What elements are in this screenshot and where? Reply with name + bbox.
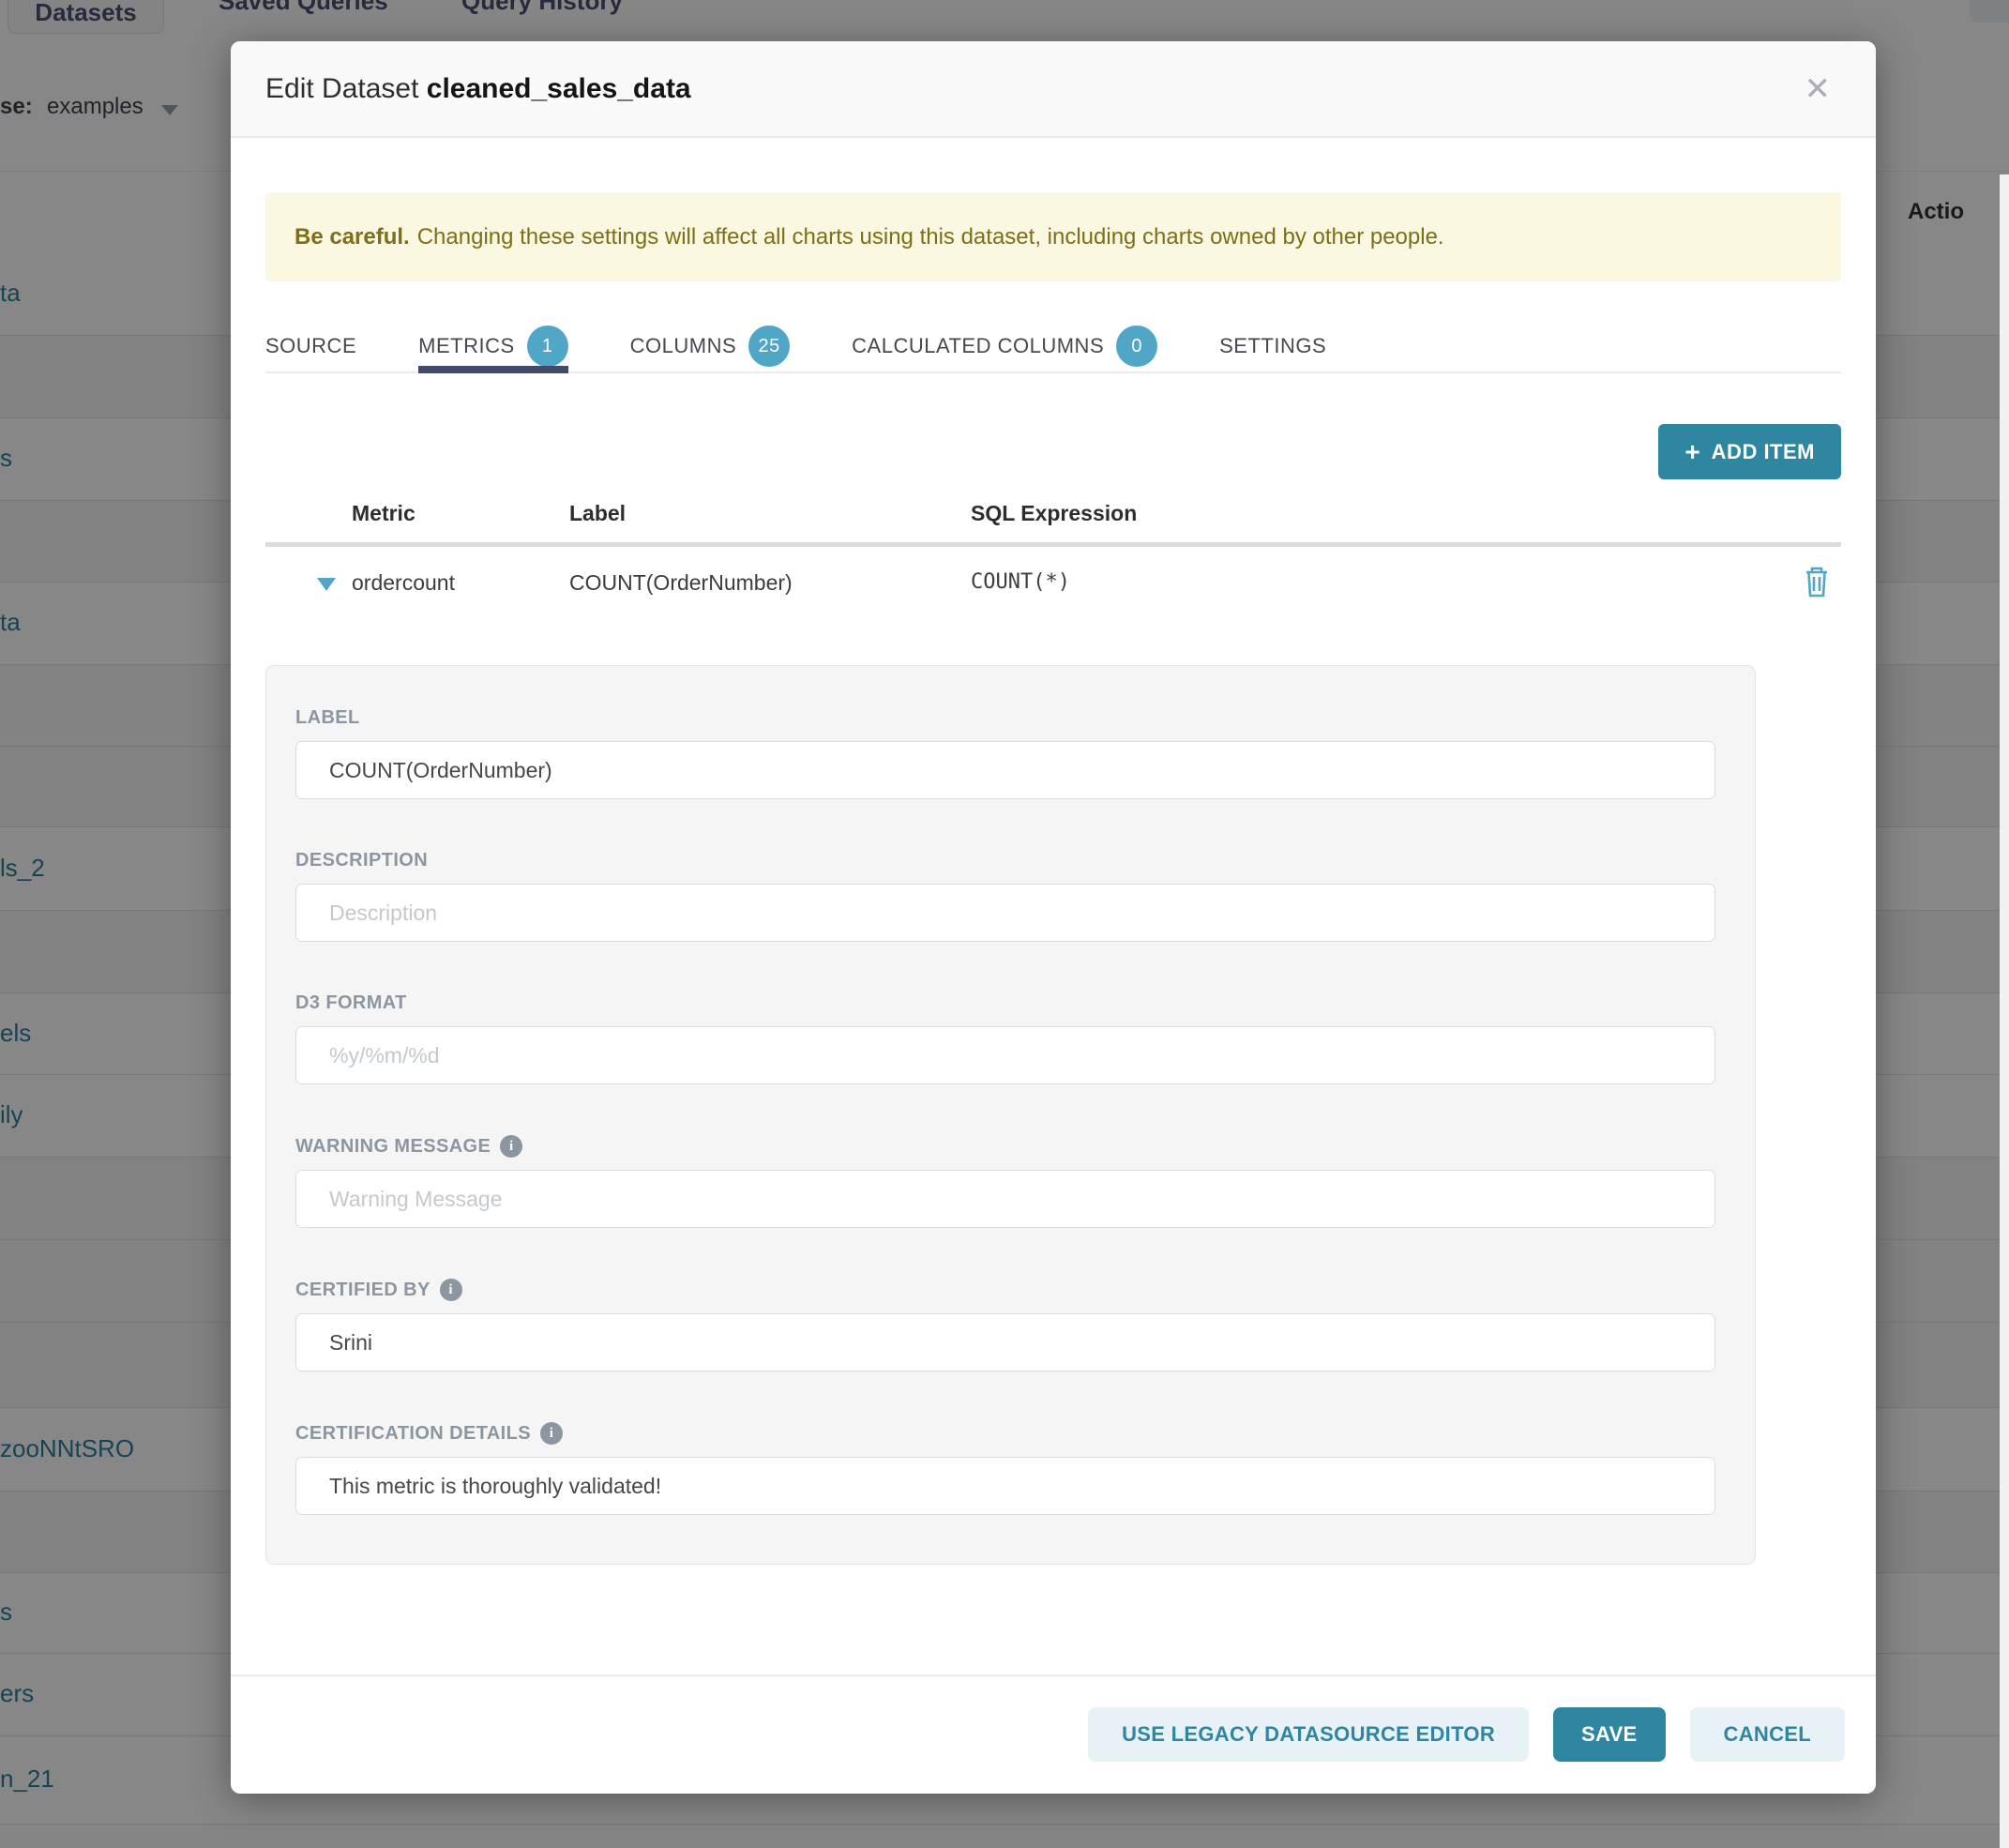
warning-banner: Be careful. Changing these settings will… [265, 192, 1841, 281]
modal-header: Edit Dataset cleaned_sales_data ✕ [231, 41, 1876, 138]
edit-dataset-modal: Edit Dataset cleaned_sales_data ✕ Be car… [231, 41, 1876, 1794]
metric-row: ordercount COUNT(OrderNumber) COUNT(*) [265, 563, 1841, 604]
tab-calculated-columns[interactable]: CALCULATED COLUMNS 0 [852, 319, 1157, 373]
field-certified-by-caption: CERTIFIED BY i [295, 1279, 1715, 1301]
col-header-sql-expression: SQL Expression [971, 501, 1137, 526]
collapse-caret-icon[interactable] [317, 578, 336, 591]
field-d3-format: D3 FORMAT [295, 992, 1715, 1084]
col-header-metric: Metric [352, 501, 415, 526]
d3-format-input[interactable] [295, 1026, 1715, 1084]
warning-banner-text: Changing these settings will affect all … [417, 224, 1444, 250]
field-label: LABEL [295, 707, 1715, 799]
field-d3-format-caption: D3 FORMAT [295, 992, 1715, 1014]
info-icon: i [500, 1135, 522, 1158]
field-certification-details: CERTIFICATION DETAILS i [295, 1422, 1715, 1515]
metrics-count-badge: 1 [527, 326, 568, 367]
metrics-table-header-divider [265, 542, 1841, 547]
field-certified-by: CERTIFIED BY i [295, 1279, 1715, 1371]
col-header-label: Label [569, 501, 626, 526]
certification-details-input[interactable] [295, 1457, 1715, 1515]
plus-icon: + [1684, 439, 1699, 465]
close-icon[interactable]: ✕ [1799, 72, 1837, 106]
field-certification-details-caption: CERTIFICATION DETAILS i [295, 1422, 1715, 1445]
certified-by-input[interactable] [295, 1313, 1715, 1371]
screen: Datasets Saved Queries Query History se:… [0, 0, 2009, 1848]
metric-detail-panel: LABEL DESCRIPTION D3 FORMAT WARNING MESS… [265, 665, 1756, 1565]
info-icon: i [440, 1279, 462, 1301]
field-warning-message: WARNING MESSAGE i [295, 1135, 1715, 1228]
add-item-button[interactable]: + ADD ITEM [1658, 424, 1841, 479]
label-input[interactable] [295, 741, 1715, 799]
modal-footer: USE LEGACY DATASOURCE EDITOR SAVE CANCEL [1088, 1707, 1845, 1762]
tab-settings[interactable]: SETTINGS [1219, 319, 1326, 373]
save-button[interactable]: SAVE [1553, 1707, 1665, 1762]
field-description-caption: DESCRIPTION [295, 850, 1715, 871]
cancel-button[interactable]: CANCEL [1690, 1707, 1845, 1762]
metrics-table-header: Metric Label SQL Expression [265, 501, 1841, 533]
scrollbar[interactable] [2000, 174, 2009, 1848]
metric-name: ordercount [352, 570, 455, 596]
modal-title-prefix: Edit Dataset [265, 73, 418, 104]
footer-divider [231, 1674, 1876, 1676]
tab-columns[interactable]: COLUMNS 25 [630, 319, 791, 373]
warning-message-input[interactable] [295, 1170, 1715, 1228]
calculated-columns-count-badge: 0 [1116, 326, 1157, 367]
metric-label: COUNT(OrderNumber) [569, 570, 793, 596]
warning-banner-bold: Be careful. [295, 224, 410, 250]
use-legacy-datasource-editor-button[interactable]: USE LEGACY DATASOURCE EDITOR [1088, 1707, 1529, 1762]
modal-title: Edit Dataset cleaned_sales_data [265, 73, 691, 105]
field-warning-message-caption: WARNING MESSAGE i [295, 1135, 1715, 1158]
description-input[interactable] [295, 884, 1715, 942]
columns-count-badge: 25 [748, 326, 790, 367]
field-description: DESCRIPTION [295, 850, 1715, 942]
active-tab-underline [418, 366, 568, 373]
modal-title-dataset-name: cleaned_sales_data [427, 73, 691, 104]
tab-source[interactable]: SOURCE [265, 319, 356, 373]
metric-sql: COUNT(*) [971, 570, 1070, 594]
field-label-caption: LABEL [295, 707, 1715, 729]
info-icon: i [540, 1422, 563, 1445]
delete-metric-trash-icon[interactable] [1804, 565, 1830, 603]
